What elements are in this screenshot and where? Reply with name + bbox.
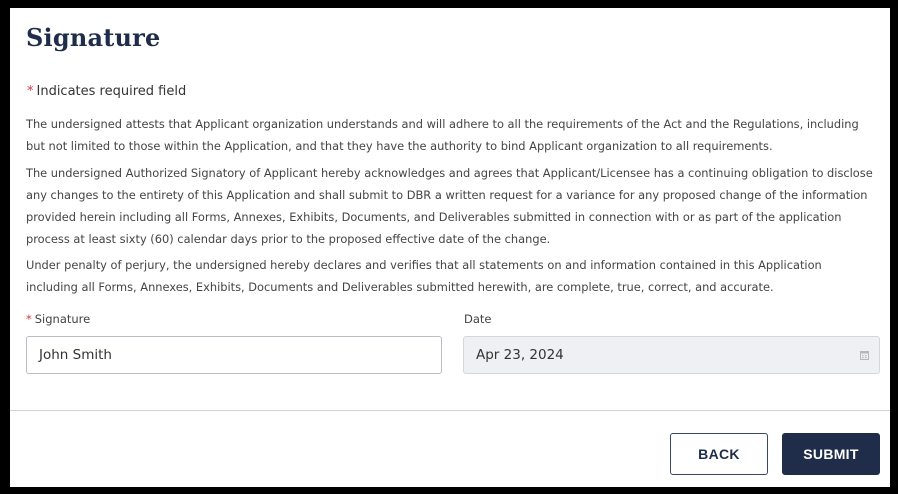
signature-label: * Signature bbox=[26, 312, 90, 326]
date-value: Apr 23, 2024 bbox=[476, 347, 564, 363]
date-field: Apr 23, 2024 bbox=[463, 336, 880, 374]
required-marker: * bbox=[26, 312, 32, 326]
required-field-note: * Indicates required field bbox=[27, 84, 186, 99]
required-marker: * bbox=[27, 84, 34, 99]
back-button[interactable]: BACK bbox=[670, 433, 768, 475]
signature-input[interactable]: John Smith bbox=[26, 336, 442, 374]
signature-panel: Signature * Indicates required field The … bbox=[10, 8, 890, 487]
calendar-icon bbox=[860, 351, 869, 360]
footer-divider bbox=[10, 410, 890, 411]
page-title: Signature bbox=[26, 23, 161, 52]
required-note-text: Indicates required field bbox=[36, 84, 187, 99]
submit-button[interactable]: SUBMIT bbox=[782, 433, 880, 475]
disclosure-paragraph: The undersigned Authorized Signatory of … bbox=[26, 166, 873, 246]
date-label: Date bbox=[464, 312, 492, 326]
perjury-paragraph: Under penalty of perjury, the undersigne… bbox=[26, 258, 822, 294]
signature-label-text: Signature bbox=[34, 312, 91, 326]
attestation-paragraph: The undersigned attests that Applicant o… bbox=[26, 117, 859, 153]
